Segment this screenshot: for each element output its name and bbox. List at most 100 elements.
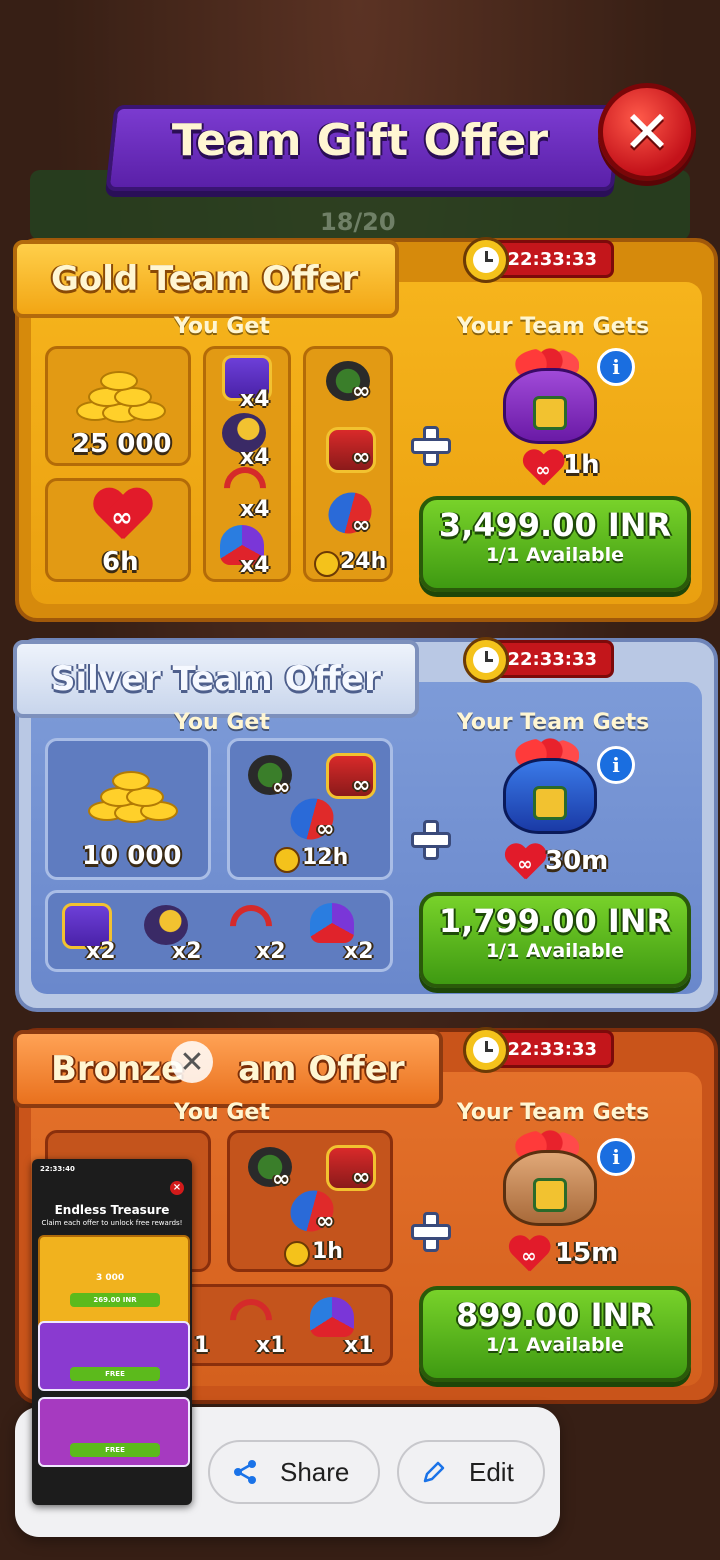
infinite-duration: 1h	[312, 1239, 343, 1264]
close-button[interactable]: ✕	[598, 83, 696, 181]
thumbnail-free-button: FREE	[70, 1443, 160, 1457]
team-gets-label: Your Team Gets	[457, 314, 650, 339]
booster-qty: x2	[256, 939, 286, 964]
availability-label: 1/1 Available	[485, 544, 625, 566]
infinity-mark: ∞	[352, 773, 371, 798]
bronze-title-right: am Offer	[238, 1049, 405, 1089]
coins-amount: 10 000	[82, 841, 182, 871]
share-button[interactable]: Share	[208, 1440, 380, 1504]
thumbnail-card: FREE	[38, 1321, 190, 1391]
boosters-box: x2 x2 x2 x2	[45, 890, 393, 972]
coins-box: 10 000	[45, 738, 211, 880]
infinity-mark: ∞	[352, 1165, 371, 1190]
boosters-box: x4 x4 x4 x4	[203, 346, 291, 582]
share-label: Share	[280, 1456, 350, 1487]
booster-qty: x4	[240, 387, 270, 412]
thumbnail-free-button: FREE	[70, 1367, 160, 1381]
coins-icon	[84, 761, 178, 823]
coins-amount: 25 000	[72, 429, 172, 459]
thumbnail-card: FREE	[38, 1397, 190, 1467]
price-label: 3,499.00 INR	[438, 506, 672, 544]
silver-timer: 22:33:33	[463, 637, 614, 683]
gold-buy-button[interactable]: 3,499.00 INR 1/1 Available	[419, 496, 691, 592]
you-get-label: You Get	[174, 314, 270, 339]
infinity-mark: ∞	[272, 1167, 291, 1192]
booster-qty: x2	[172, 939, 202, 964]
infinity-mark: ∞	[352, 379, 371, 404]
infinity-mark: ∞	[316, 1209, 335, 1234]
clock-icon	[463, 237, 509, 283]
infinite-heart-icon: ∞	[92, 489, 152, 544]
coins-box: 25 000	[45, 346, 191, 466]
price-label: 899.00 INR	[456, 1296, 654, 1334]
booster-qty: 1	[194, 1333, 210, 1358]
thumbnail-subtitle: Claim each offer to unlock free rewards!	[41, 1219, 183, 1227]
bronze-title-left: Bronze	[51, 1049, 185, 1089]
clock-icon	[314, 551, 340, 577]
close-icon: ×	[170, 1181, 184, 1195]
pencil-icon	[419, 1457, 449, 1487]
jester-hat-icon	[310, 903, 354, 943]
team-gets-label: Your Team Gets	[457, 710, 650, 735]
clock-icon	[463, 1027, 509, 1073]
plus-icon	[411, 426, 451, 466]
thumbnail-coins: 3 000	[96, 1273, 125, 1283]
silver-offer-panel: Silver Team Offer 22:33:33 You Get Your …	[13, 637, 718, 1012]
infinite-duration: 24h	[340, 549, 387, 574]
booster-qty: x2	[86, 939, 116, 964]
thumbnail-title: Endless Treasure	[54, 1203, 170, 1217]
silver-offer-title: Silver Team Offer	[13, 640, 419, 718]
coins-icon	[72, 361, 166, 423]
gold-offer-panel: Gold Team Offer 22:33:33 You Get Your Te…	[13, 237, 718, 622]
dismiss-thumbnail-button[interactable]: ✕	[171, 1041, 213, 1083]
blue-gift-bag-icon	[497, 734, 597, 834]
gold-timer: 22:33:33	[463, 237, 614, 283]
clock-icon	[274, 847, 300, 873]
title-banner: Team Gift Offer	[105, 95, 623, 191]
infinity-mark: ∞	[352, 513, 371, 538]
lives-duration: 6h	[102, 547, 139, 577]
booster-qty: x1	[256, 1333, 286, 1358]
infinite-heart-icon: ∞	[522, 450, 564, 489]
infinite-heart-icon: ∞	[504, 844, 546, 883]
booster-qty: x4	[240, 497, 270, 522]
jester-hat-icon	[310, 1297, 354, 1337]
plus-icon	[411, 1212, 451, 1252]
booster-qty: x2	[344, 939, 374, 964]
thumbnail-price-button: 269.00 INR	[70, 1293, 160, 1307]
booster-qty: x4	[240, 553, 270, 578]
info-icon[interactable]: i	[597, 1138, 635, 1176]
silver-timer-text: 22:33:33	[507, 648, 597, 670]
screenshot-thumbnail[interactable]: 22:33:40 × Endless Treasure Claim each o…	[32, 1159, 192, 1505]
edit-label: Edit	[469, 1456, 514, 1487]
gold-offer-title: Gold Team Offer	[13, 240, 399, 318]
plus-icon	[411, 820, 451, 860]
brown-gift-bag-icon	[497, 1126, 597, 1226]
edit-button[interactable]: Edit	[397, 1440, 545, 1504]
info-icon[interactable]: i	[597, 348, 635, 386]
purple-gift-bag-icon	[497, 344, 597, 444]
bronze-timer: 22:33:33	[463, 1027, 614, 1073]
clock-icon	[463, 637, 509, 683]
share-icon	[230, 1457, 260, 1487]
thumbnail-card: 3 000 269.00 INR	[38, 1235, 190, 1335]
info-icon[interactable]: i	[597, 746, 635, 784]
page-title: Team Gift Offer	[171, 115, 549, 166]
bronze-buy-button[interactable]: 899.00 INR 1/1 Available	[419, 1286, 691, 1382]
you-get-label: You Get	[174, 1100, 270, 1125]
infinite-boosters-box: ∞ ∞ ∞ 24h	[303, 346, 393, 582]
silver-buy-button[interactable]: 1,799.00 INR 1/1 Available	[419, 892, 691, 988]
infinity-mark: ∞	[272, 775, 291, 800]
price-label: 1,799.00 INR	[438, 902, 672, 940]
lives-box: ∞ 6h	[45, 478, 191, 582]
bronze-offer-title: Bronze am Offer	[13, 1030, 443, 1108]
availability-label: 1/1 Available	[485, 940, 625, 962]
infinite-heart-icon: ∞	[508, 1236, 550, 1275]
team-reward-duration: 30m	[545, 846, 609, 876]
availability-label: 1/1 Available	[485, 1334, 625, 1356]
infinity-mark: ∞	[352, 445, 371, 470]
rocket-icon	[320, 484, 380, 542]
bronze-timer-text: 22:33:33	[507, 1038, 597, 1060]
gold-timer-text: 22:33:33	[507, 248, 597, 270]
you-get-label: You Get	[174, 710, 270, 735]
